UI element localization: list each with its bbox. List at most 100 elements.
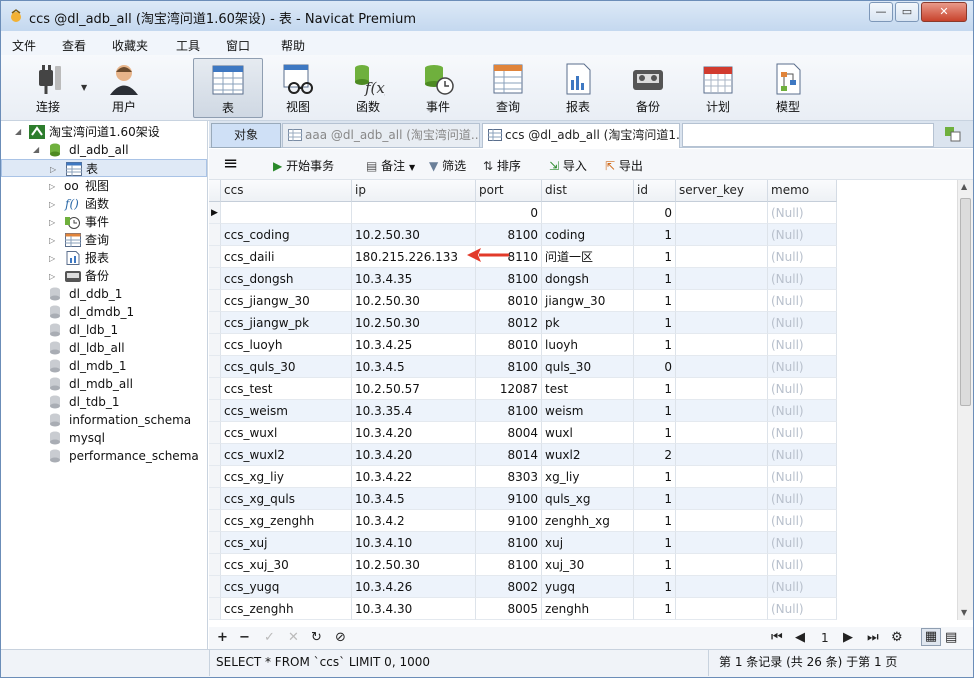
cell-memo[interactable]: (Null): [768, 444, 837, 466]
row-selector[interactable]: [209, 576, 221, 598]
cell-id[interactable]: 1: [634, 246, 676, 268]
scroll-up-icon[interactable]: ▲: [961, 182, 967, 191]
cell-dist[interactable]: 问道一区: [542, 246, 634, 268]
cell-ccs[interactable]: ccs_jiangw_30: [221, 290, 352, 312]
import-button[interactable]: ⇲ 导入: [549, 157, 587, 174]
cell-dist[interactable]: pk: [542, 312, 634, 334]
row-selector[interactable]: [209, 246, 221, 268]
close-button[interactable]: ✕: [921, 2, 967, 22]
cell-ip[interactable]: 10.2.50.30: [352, 554, 476, 576]
cell-port[interactable]: 8014: [476, 444, 542, 466]
cell-port[interactable]: 9100: [476, 488, 542, 510]
cell-id[interactable]: 1: [634, 488, 676, 510]
cell-ccs[interactable]: ccs_coding: [221, 224, 352, 246]
row-selector[interactable]: [209, 466, 221, 488]
row-selector[interactable]: [209, 268, 221, 290]
export-button[interactable]: ⇱ 导出: [605, 157, 643, 174]
table-row[interactable]: ccs_wuxl2 10.3.4.20 8014 wuxl2 2 (Null): [209, 444, 837, 466]
table-row[interactable]: ▶ 0 0 (Null): [209, 202, 837, 224]
row-selector[interactable]: [209, 224, 221, 246]
begin-transaction-button[interactable]: ▶ 开始事务: [273, 157, 334, 174]
cell-server-key[interactable]: [676, 202, 768, 224]
cell-memo[interactable]: (Null): [768, 554, 837, 576]
settings-gear-icon[interactable]: ⚙: [891, 630, 903, 645]
cell-ccs[interactable]: ccs_luoyh: [221, 334, 352, 356]
cell-ccs[interactable]: ccs_quls_30: [221, 356, 352, 378]
table-row[interactable]: ccs_test 10.2.50.57 12087 test 1 (Null): [209, 378, 837, 400]
cell-server-key[interactable]: [676, 466, 768, 488]
expand-icon[interactable]: ▷: [49, 196, 55, 214]
connect-button[interactable]: 连接: [13, 58, 83, 118]
cell-ip[interactable]: 10.2.50.30: [352, 290, 476, 312]
cell-id[interactable]: 2: [634, 444, 676, 466]
cell-memo[interactable]: (Null): [768, 312, 837, 334]
cell-ip[interactable]: 10.3.4.30: [352, 598, 476, 620]
cell-memo[interactable]: (Null): [768, 598, 837, 620]
cell-ip[interactable]: 10.3.4.5: [352, 356, 476, 378]
cell-port[interactable]: 8004: [476, 422, 542, 444]
expand-icon[interactable]: ▷: [49, 268, 55, 286]
row-selector[interactable]: ▶: [209, 202, 221, 224]
tree-backups[interactable]: ▷ 备份: [1, 267, 207, 285]
tab-ccs[interactable]: ccs @dl_adb_all (淘宝湾问道1...: [482, 123, 680, 148]
cell-memo[interactable]: (Null): [768, 400, 837, 422]
last-page-icon[interactable]: ⏭: [867, 630, 879, 645]
expand-icon[interactable]: ▷: [49, 250, 55, 268]
row-selector[interactable]: [209, 334, 221, 356]
cell-ccs[interactable]: ccs_test: [221, 378, 352, 400]
cell-port[interactable]: 8002: [476, 576, 542, 598]
cell-ccs[interactable]: ccs_zenghh: [221, 598, 352, 620]
scrollbar-thumb[interactable]: [960, 198, 971, 406]
cell-server-key[interactable]: [676, 532, 768, 554]
column-header-ip[interactable]: ip: [352, 180, 476, 202]
cell-dist[interactable]: wuxl2: [542, 444, 634, 466]
cell-server-key[interactable]: [676, 268, 768, 290]
row-selector[interactable]: [209, 422, 221, 444]
cell-id[interactable]: 0: [634, 202, 676, 224]
apply-changes-icon[interactable]: ✓: [264, 630, 275, 645]
cell-server-key[interactable]: [676, 312, 768, 334]
cell-ccs[interactable]: ccs_xg_zenghh: [221, 510, 352, 532]
cell-dist[interactable]: quls_30: [542, 356, 634, 378]
cell-dist[interactable]: xg_liy: [542, 466, 634, 488]
cell-port[interactable]: 8100: [476, 532, 542, 554]
row-selector[interactable]: [209, 312, 221, 334]
event-button[interactable]: 事件: [403, 58, 473, 118]
cell-memo[interactable]: (Null): [768, 268, 837, 290]
cell-ip[interactable]: 10.3.4.10: [352, 532, 476, 554]
cell-id[interactable]: 1: [634, 598, 676, 620]
table-button[interactable]: 表: [193, 58, 263, 118]
tree-connection[interactable]: ◢ 淘宝湾问道1.60架设: [1, 123, 207, 141]
cell-ip[interactable]: 10.3.4.25: [352, 334, 476, 356]
cell-id[interactable]: 1: [634, 532, 676, 554]
menu-tools[interactable]: 工具: [176, 37, 200, 54]
cell-ip[interactable]: 10.3.4.26: [352, 576, 476, 598]
tree-database-item[interactable]: dl_ddb_1: [1, 285, 207, 303]
table-row[interactable]: ccs_jiangw_pk 10.2.50.30 8012 pk 1 (Null): [209, 312, 837, 334]
collapse-icon[interactable]: ◢: [33, 141, 39, 159]
cell-port[interactable]: 12087: [476, 378, 542, 400]
add-record-icon[interactable]: +: [217, 630, 228, 645]
cell-id[interactable]: 1: [634, 312, 676, 334]
stop-icon[interactable]: ⊘: [335, 630, 346, 645]
cell-server-key[interactable]: [676, 510, 768, 532]
cell-server-key[interactable]: [676, 400, 768, 422]
tree-queries[interactable]: ▷ 查询: [1, 231, 207, 249]
tree-database-item[interactable]: dl_tdb_1: [1, 393, 207, 411]
cell-ccs[interactable]: ccs_xuj_30: [221, 554, 352, 576]
row-selector[interactable]: [209, 444, 221, 466]
sort-button[interactable]: ⇅ 排序: [483, 157, 521, 174]
minimize-button[interactable]: —: [869, 2, 893, 22]
new-object-icon[interactable]: [944, 126, 962, 142]
cell-dist[interactable]: luoyh: [542, 334, 634, 356]
cell-server-key[interactable]: [676, 246, 768, 268]
column-header-port[interactable]: port: [476, 180, 542, 202]
filter-button[interactable]: ▼ 筛选: [429, 157, 466, 174]
cell-server-key[interactable]: [676, 598, 768, 620]
cell-dist[interactable]: xuj_30: [542, 554, 634, 576]
menu-window[interactable]: 窗口: [226, 37, 250, 54]
restore-button[interactable]: ▭: [895, 2, 919, 22]
row-selector[interactable]: [209, 532, 221, 554]
table-row[interactable]: ccs_daili 180.215.226.133 8110 问道一区 1 (Null): [209, 246, 837, 268]
cell-port[interactable]: 0: [476, 202, 542, 224]
